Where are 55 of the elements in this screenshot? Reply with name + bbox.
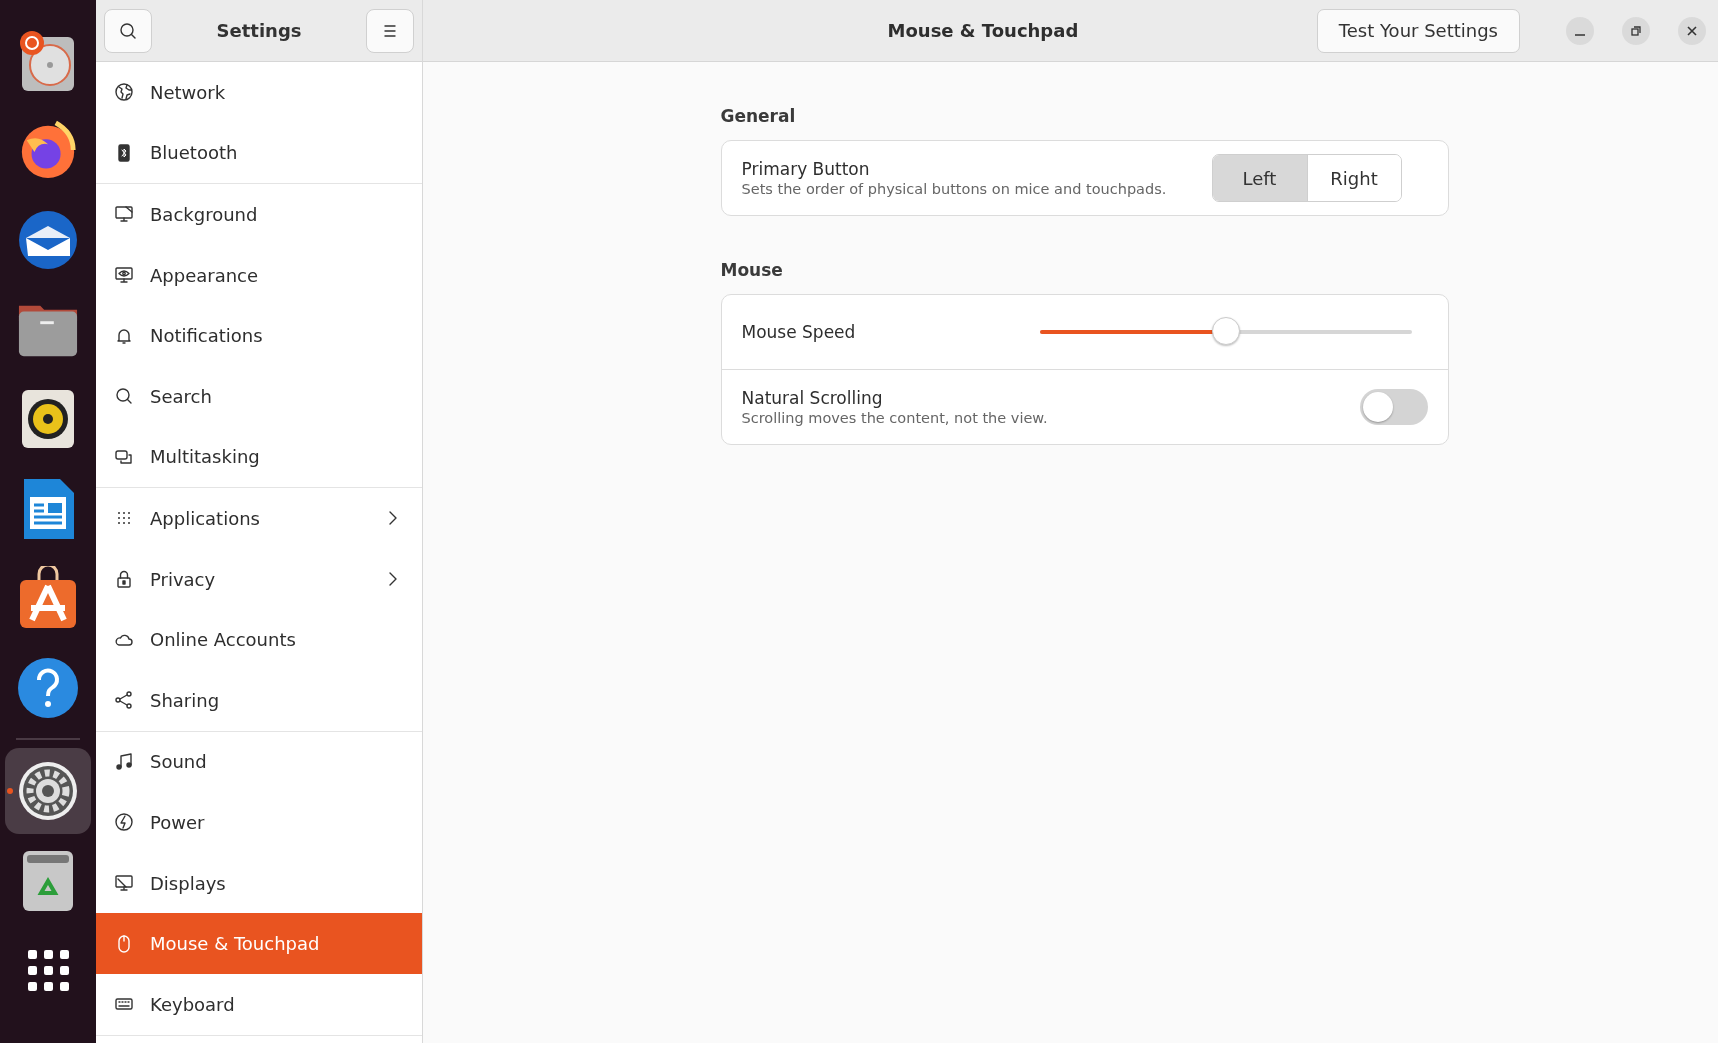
sidebar-item[interactable]: Background (96, 184, 422, 245)
sidebar-item[interactable]: Bluetooth (96, 122, 422, 184)
segment-option[interactable]: Left (1212, 155, 1307, 201)
minimize-button[interactable] (1566, 16, 1594, 45)
maximize-button[interactable] (1622, 16, 1650, 45)
sidebar-item[interactable]: Appearance (96, 244, 422, 306)
power-icon (114, 812, 134, 833)
close-icon (1686, 24, 1698, 37)
lock-icon (114, 569, 134, 590)
search-icon (118, 20, 138, 41)
sidebar-item[interactable]: Notifications (96, 305, 422, 366)
minimize-icon (1575, 33, 1585, 36)
window-title: Mouse & Touchpad (886, 20, 1080, 41)
setting-title: Mouse Speed (741, 322, 857, 342)
sidebar-item[interactable]: Sound (96, 731, 422, 793)
close-button[interactable] (1678, 16, 1706, 45)
menu-button[interactable] (366, 8, 414, 53)
sidebar-item[interactable]: Online Accounts (96, 609, 422, 670)
search-button[interactable] (104, 8, 152, 53)
sidebar-item[interactable]: Power (96, 792, 422, 853)
globe-icon (114, 82, 134, 103)
sidebar-item[interactable]: Multitasking (96, 426, 422, 488)
running-indicator (7, 788, 13, 795)
sidebar-item[interactable]: Sharing (96, 669, 422, 731)
display-icon (114, 873, 134, 893)
sidebar-title: Settings (216, 20, 302, 41)
share-icon (114, 690, 134, 711)
music-note-icon (114, 751, 134, 772)
section-heading: Mouse (720, 260, 784, 280)
setting-description: Scrolling moves the content, not the view. (741, 410, 1049, 426)
sidebar-item[interactable]: Mouse & Touchpad (96, 913, 422, 974)
sidebar-item[interactable]: Displays (96, 852, 422, 914)
segment-option[interactable]: Right (1306, 155, 1401, 201)
dock-item[interactable] (5, 748, 91, 834)
shopping-bag-icon[interactable] (17, 566, 79, 631)
settings-icon[interactable] (17, 760, 79, 823)
restore-icon (1630, 24, 1642, 37)
trash-icon[interactable] (21, 848, 75, 913)
monitor-eye-icon (114, 265, 134, 286)
sidebar-item[interactable]: Network (96, 62, 422, 123)
setting-description: Sets the order of physical buttons on mice and touchpads. (741, 181, 1168, 197)
monitor-icon (114, 204, 134, 225)
slider-thumb[interactable] (1211, 317, 1240, 345)
help-icon[interactable] (17, 656, 79, 719)
section-heading: General (720, 106, 797, 126)
setting-title: Natural Scrolling (741, 388, 884, 408)
sidebar-item[interactable]: Search (96, 365, 422, 427)
sidebar-item[interactable]: Keyboard (96, 973, 422, 1035)
sidebar-item[interactable]: Privacy (96, 548, 422, 610)
test-settings-button[interactable]: Test Your Settings (1316, 8, 1520, 53)
dock-separator (16, 738, 80, 741)
toggle-switch[interactable] (1359, 389, 1428, 425)
sidebar-item[interactable]: Applications (96, 488, 422, 549)
app-grid-icon[interactable] (26, 948, 70, 993)
setting-title: Primary Button (741, 159, 871, 179)
